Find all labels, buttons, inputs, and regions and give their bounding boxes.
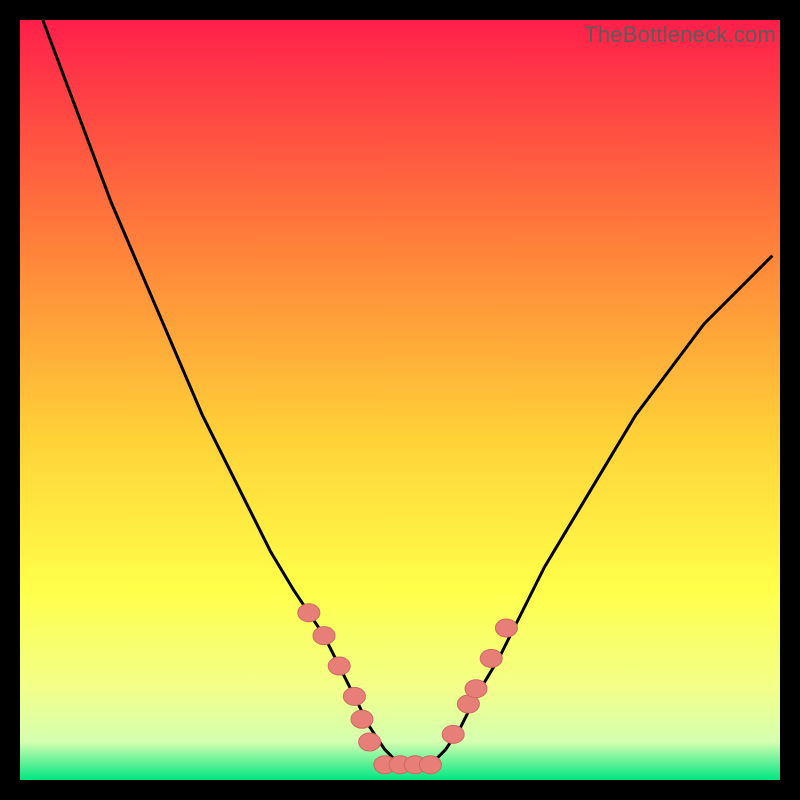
watermark-text: TheBottleneck.com [584,22,776,48]
data-marker [465,680,487,698]
bottleneck-chart [20,20,780,780]
data-marker [343,687,365,705]
data-marker [351,710,373,728]
gradient-background [20,20,780,780]
data-marker [442,725,464,743]
data-marker [495,619,517,637]
data-marker [480,649,502,667]
data-marker [419,756,441,774]
data-marker [298,604,320,622]
data-marker [359,733,381,751]
data-marker [313,627,335,645]
chart-frame: TheBottleneck.com [20,20,780,780]
data-marker [328,657,350,675]
